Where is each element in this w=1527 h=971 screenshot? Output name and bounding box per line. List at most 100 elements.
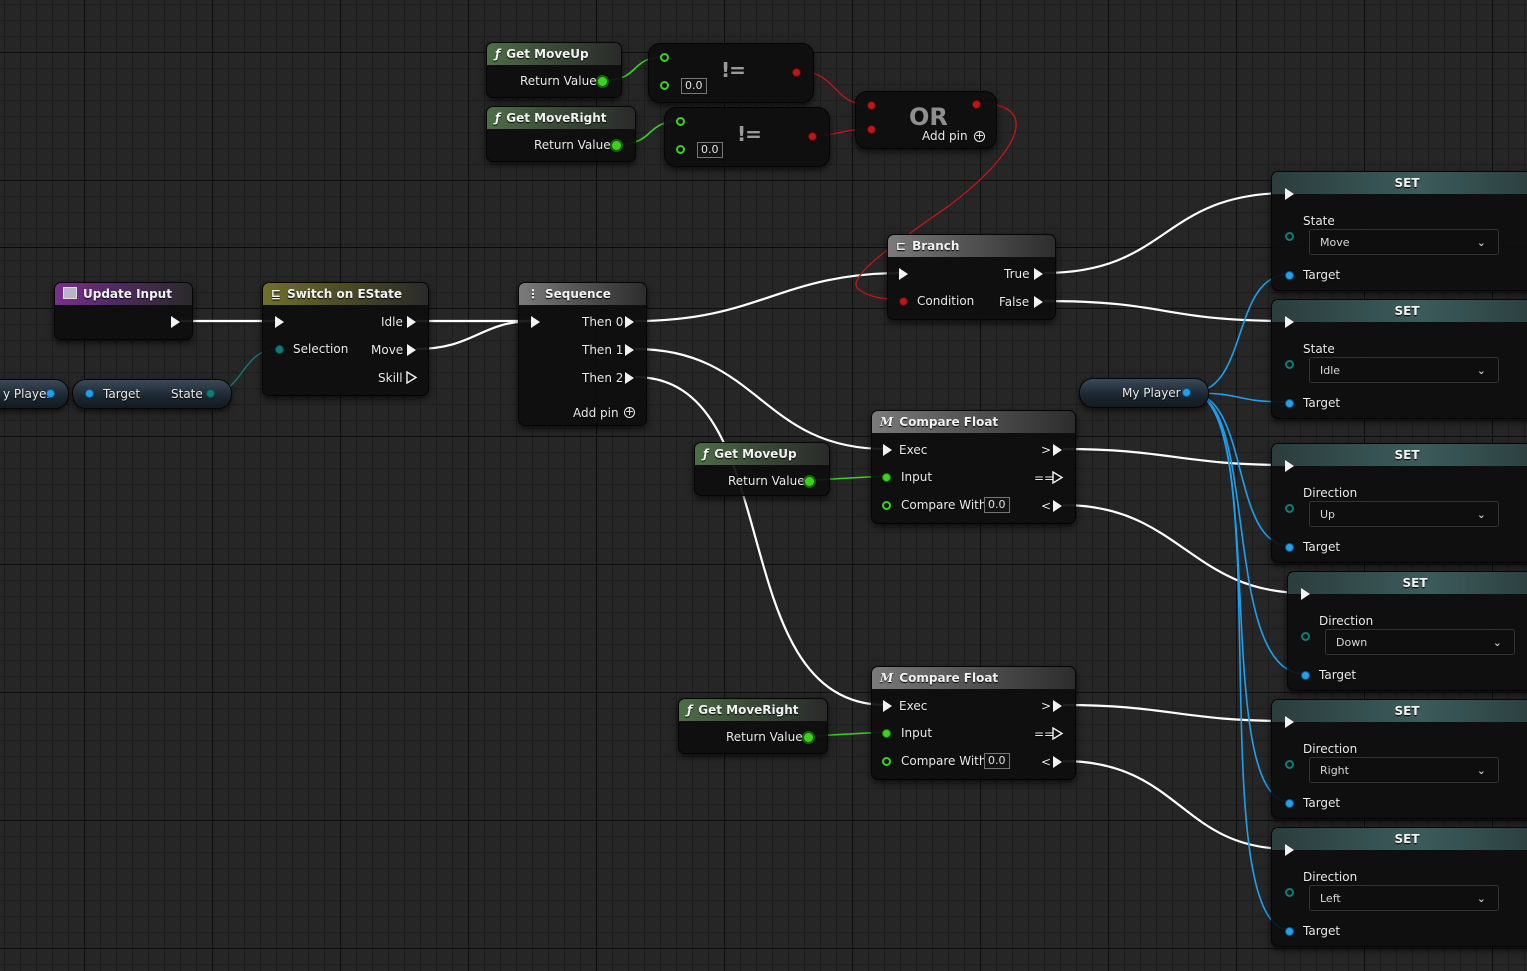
target-pin[interactable] <box>85 389 94 398</box>
value-pin[interactable] <box>1285 360 1294 369</box>
set-state-move-node[interactable]: SET State Move ⌄ Target <box>1271 171 1527 291</box>
value-dropdown[interactable]: Move ⌄ <box>1309 229 1499 255</box>
target-pin[interactable] <box>1285 927 1294 936</box>
selection-pin[interactable] <box>275 345 284 354</box>
get-moveup-node-top[interactable]: ƒ Get MoveUp Return Value <box>486 42 622 98</box>
or-input-a-pin[interactable] <box>867 101 876 110</box>
less-exec-pin[interactable] <box>1053 500 1062 512</box>
equal-exec-pin[interactable] <box>1052 727 1064 740</box>
my-player-variable-left[interactable]: y Player <box>0 379 69 409</box>
target-pin[interactable] <box>1285 271 1294 280</box>
node-title: Get MoveRight <box>506 111 607 125</box>
target-pin[interactable] <box>1285 799 1294 808</box>
then-1-pin[interactable] <box>625 344 634 356</box>
default-value-field[interactable]: 0.0 <box>697 142 723 158</box>
compare-with-value[interactable]: 0.0 <box>984 753 1010 769</box>
update-input-event-node[interactable]: Update Input <box>54 282 193 340</box>
compare-with-pin[interactable] <box>882 757 891 766</box>
input-a-pin[interactable] <box>660 53 669 62</box>
value-pin[interactable] <box>1285 504 1294 513</box>
true-exec-pin[interactable] <box>1034 268 1043 280</box>
compare-with-pin[interactable] <box>882 501 891 510</box>
exec-in-pin[interactable] <box>899 268 908 280</box>
value-dropdown[interactable]: Right ⌄ <box>1309 757 1499 783</box>
get-moveright-node-bottom[interactable]: ƒ Get MoveRight Return Value <box>678 698 828 754</box>
my-player-variable-right[interactable]: My Player <box>1079 378 1209 408</box>
move-exec-pin[interactable] <box>407 344 416 356</box>
exec-in-pin[interactable] <box>275 316 284 328</box>
bool-output-pin[interactable] <box>808 132 817 141</box>
value-dropdown[interactable]: Left ⌄ <box>1309 885 1499 911</box>
greater-exec-pin[interactable] <box>1053 444 1062 456</box>
set-direction-left-node[interactable]: SET Direction Left ⌄ Target <box>1271 827 1527 947</box>
exec-in-pin[interactable] <box>531 316 540 328</box>
sequence-node[interactable]: ⋮ Sequence Then 0 Then 1 Then 2 Add pin + <box>518 282 647 426</box>
compare-float-node-1[interactable]: M Compare Float Exec Input Compare With 0… <box>871 410 1076 524</box>
state-getter-node[interactable]: Target State <box>72 379 232 409</box>
target-pin[interactable] <box>1285 399 1294 408</box>
add-pin-icon[interactable]: + <box>974 130 985 142</box>
skill-exec-pin[interactable] <box>406 371 418 384</box>
input-b-pin[interactable] <box>676 145 685 154</box>
state-out-pin[interactable] <box>206 389 215 398</box>
set-state-idle-node[interactable]: SET State Idle ⌄ Target <box>1271 299 1527 419</box>
or-input-b-pin[interactable] <box>867 125 876 134</box>
target-pin[interactable] <box>1285 543 1294 552</box>
return-value-pin[interactable] <box>804 733 813 742</box>
exec-wire <box>1062 447 1290 467</box>
add-pin-icon[interactable]: + <box>624 406 635 418</box>
branch-node[interactable]: ⊏ Branch Condition True False <box>887 234 1056 320</box>
my-player-out-pin[interactable] <box>46 389 55 398</box>
return-value-pin[interactable] <box>805 477 814 486</box>
add-pin-label[interactable]: Add pin <box>922 129 968 143</box>
then-2-pin[interactable] <box>625 372 634 384</box>
set-direction-down-node[interactable]: SET Direction Down ⌄ Target <box>1287 571 1527 691</box>
value-dropdown[interactable]: Idle ⌄ <box>1309 357 1499 383</box>
exec-in-pin[interactable] <box>1301 588 1310 600</box>
switch-on-estate-node[interactable]: ⊑ Switch on EState Selection Idle Move Sk… <box>262 282 429 396</box>
greater-exec-pin[interactable] <box>1053 700 1062 712</box>
then-0-pin[interactable] <box>625 316 634 328</box>
false-exec-pin[interactable] <box>1034 296 1043 308</box>
or-output-pin[interactable] <box>972 100 981 109</box>
compare-float-node-2[interactable]: M Compare Float Exec Input Compare With 0… <box>871 666 1076 780</box>
exec-in-pin[interactable] <box>1285 316 1294 328</box>
value-pin[interactable] <box>1285 888 1294 897</box>
set-direction-up-node[interactable]: SET Direction Up ⌄ Target <box>1271 443 1527 563</box>
return-value-pin[interactable] <box>598 77 607 86</box>
input-a-pin[interactable] <box>676 117 685 126</box>
field-label: Direction <box>1319 614 1374 628</box>
not-equal-node-2[interactable]: 0.0 != <box>664 107 830 167</box>
set-direction-right-node[interactable]: SET Direction Right ⌄ Target <box>1271 699 1527 819</box>
exec-in-pin[interactable] <box>1285 844 1294 856</box>
exec-out-pin[interactable] <box>171 316 180 328</box>
less-exec-pin[interactable] <box>1053 756 1062 768</box>
or-node[interactable]: OR Add pin + <box>855 91 997 149</box>
equal-exec-pin[interactable] <box>1052 471 1064 484</box>
exec-in-pin[interactable] <box>1285 460 1294 472</box>
condition-pin[interactable] <box>899 297 908 306</box>
compare-with-value[interactable]: 0.0 <box>984 497 1010 513</box>
input-b-pin[interactable] <box>660 81 669 90</box>
value-dropdown[interactable]: Down ⌄ <box>1325 629 1515 655</box>
value-pin[interactable] <box>1285 760 1294 769</box>
exec-in-pin[interactable] <box>1285 188 1294 200</box>
target-pin[interactable] <box>1301 671 1310 680</box>
exec-in-pin[interactable] <box>1285 716 1294 728</box>
get-moveup-node-mid[interactable]: ƒ Get MoveUp Return Value <box>694 442 830 496</box>
exec-in-pin[interactable] <box>883 444 892 456</box>
value-pin[interactable] <box>1301 632 1310 641</box>
value-pin[interactable] <box>1285 232 1294 241</box>
my-player-out-pin[interactable] <box>1182 388 1191 397</box>
get-moveright-node-top[interactable]: ƒ Get MoveRight Return Value <box>486 106 636 162</box>
idle-exec-pin[interactable] <box>407 316 416 328</box>
input-pin[interactable] <box>882 473 891 482</box>
input-pin[interactable] <box>882 729 891 738</box>
exec-in-pin[interactable] <box>883 700 892 712</box>
bool-output-pin[interactable] <box>792 68 801 77</box>
return-value-pin[interactable] <box>612 141 621 150</box>
value-dropdown[interactable]: Up ⌄ <box>1309 501 1499 527</box>
default-value-field[interactable]: 0.0 <box>681 78 707 94</box>
not-equal-node-1[interactable]: 0.0 != <box>648 43 814 103</box>
add-pin-label[interactable]: Add pin <box>573 406 619 420</box>
